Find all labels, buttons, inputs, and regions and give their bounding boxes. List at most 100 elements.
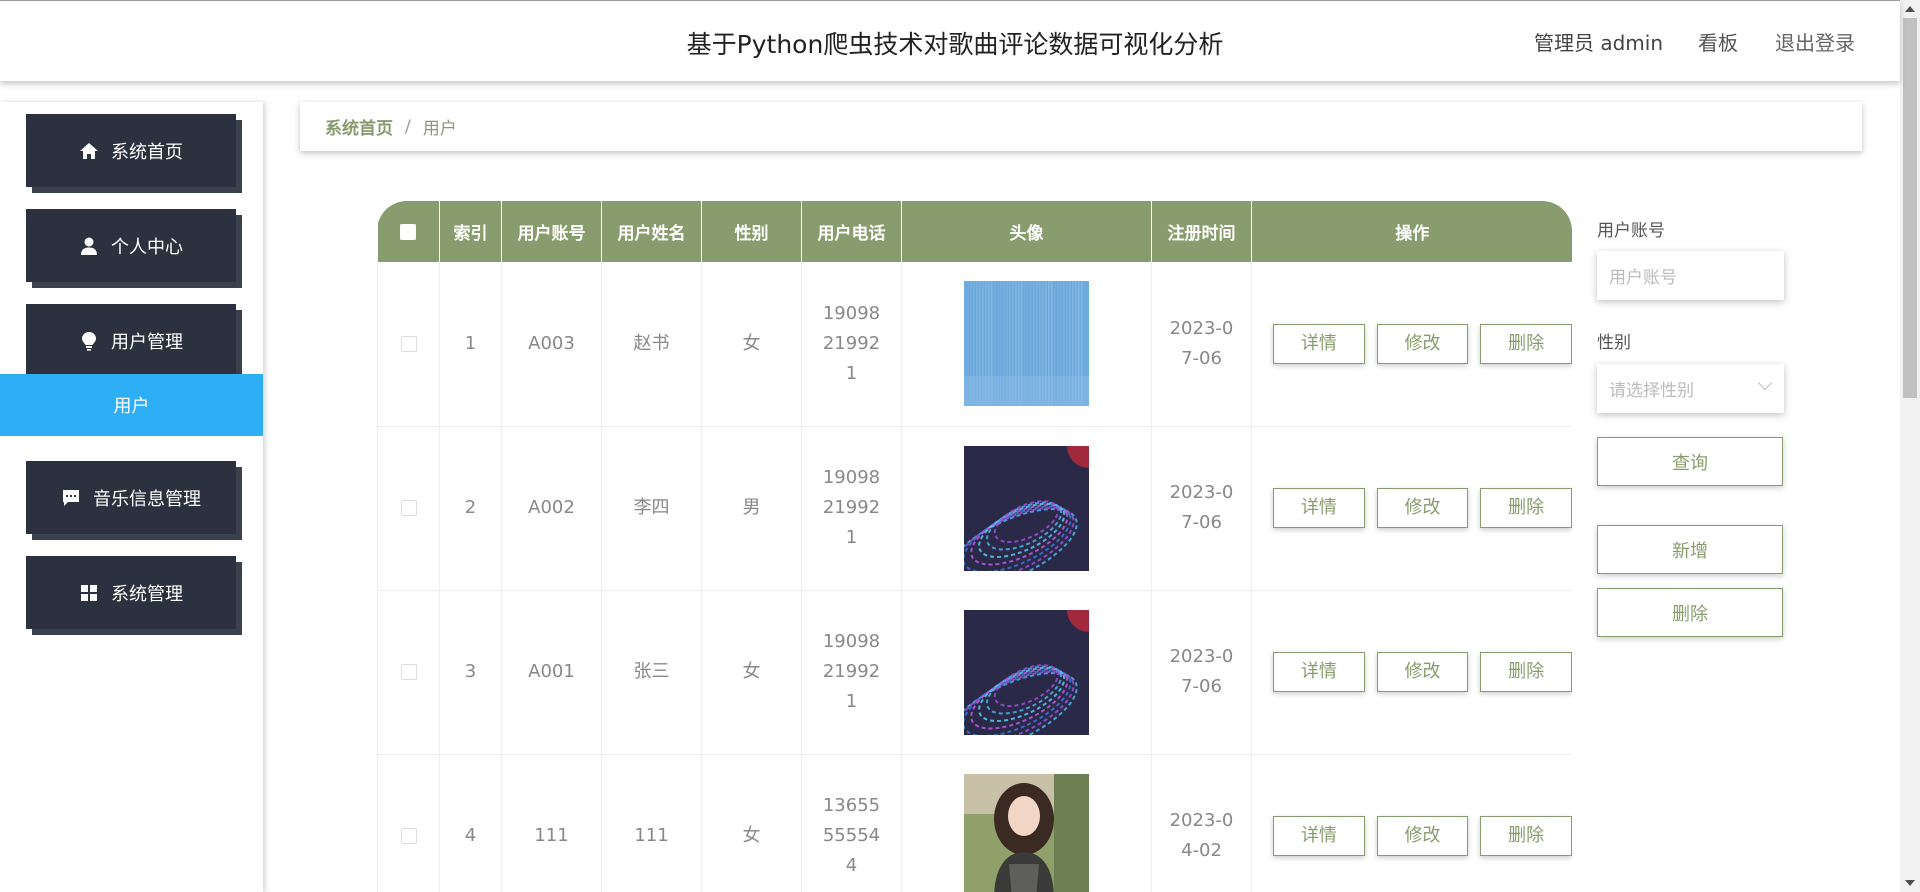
row-select-cell[interactable]	[377, 590, 440, 755]
account-search-input[interactable]: 用户账号	[1597, 251, 1784, 300]
delete-button[interactable]: 删除	[1480, 652, 1572, 692]
avatar-image	[964, 281, 1089, 407]
edit-button[interactable]: 修改	[1376, 323, 1469, 364]
row-select-cell[interactable]	[377, 754, 440, 892]
column-header: 性别	[701, 201, 802, 262]
bulb-icon	[82, 331, 96, 351]
account-cell: 111	[501, 754, 602, 892]
home-icon	[80, 142, 98, 159]
avatar-image	[964, 445, 1089, 571]
row-checkbox[interactable]	[400, 335, 417, 352]
edit-button[interactable]: 修改	[1376, 816, 1469, 856]
gender-cell: 男	[701, 426, 802, 591]
sidebar-item-user-management[interactable]: 用户管理	[26, 304, 236, 377]
sidebar-subitem-users[interactable]: 用户	[0, 374, 263, 436]
actions-cell: 详情 修改 删除	[1251, 426, 1572, 591]
breadcrumb: 系统首页 / 用户	[300, 102, 1862, 151]
detail-button[interactable]: 详情	[1273, 652, 1365, 692]
phone-cell: 19098219921	[801, 262, 902, 427]
gender-select-placeholder: 请选择性别	[1609, 381, 1694, 401]
sidebar-item-label: 系统首页	[111, 141, 183, 163]
phone-text: 19098219921	[822, 302, 881, 384]
gender-cell: 女	[701, 262, 802, 427]
row-checkbox[interactable]	[400, 828, 417, 844]
sidebar: 系统首页 个人中心 用户管理 用户 音乐信息管理 系统管理	[0, 102, 263, 892]
avatar-cell	[901, 754, 1152, 892]
name-cell: 李四	[601, 426, 702, 591]
phone-cell: 19098219921	[801, 590, 902, 755]
date-text: 2023-04-02	[1169, 810, 1234, 861]
page-scrollbar[interactable]	[1900, 0, 1920, 892]
select-all-checkbox[interactable]	[400, 223, 417, 240]
index-cell: 3	[439, 590, 502, 755]
detail-button[interactable]: 详情	[1273, 488, 1365, 528]
sidebar-item-label: 个人中心	[111, 236, 183, 258]
date-cell: 2023-07-06	[1151, 426, 1252, 591]
index-cell: 4	[439, 754, 502, 892]
breadcrumb-separator: /	[405, 116, 411, 137]
actions-cell: 详情 修改 删除	[1251, 262, 1572, 427]
avatar-image	[964, 773, 1089, 892]
column-header: 用户姓名	[601, 201, 702, 262]
avatar-image	[964, 609, 1089, 735]
user-table: 索引 用户账号 用户姓名 性别 用户电话 头像 注册时间 操作 1 A003 赵书女…	[377, 201, 1572, 892]
index-cell: 2	[439, 426, 502, 591]
delete-button[interactable]: 删除	[1480, 488, 1572, 528]
date-cell: 2023-04-02	[1151, 754, 1252, 892]
batch-delete-button[interactable]: 删除	[1597, 588, 1783, 637]
row-checkbox[interactable]	[400, 500, 417, 516]
actions-cell: 详情 修改 删除	[1251, 590, 1572, 755]
name-cell: 赵书	[601, 262, 702, 427]
date-cell: 2023-07-06	[1151, 590, 1252, 755]
row-select-cell[interactable]	[377, 426, 440, 591]
sidebar-item-music-info[interactable]: 音乐信息管理	[26, 461, 236, 534]
delete-button[interactable]: 删除	[1480, 816, 1572, 856]
breadcrumb-home[interactable]: 系统首页	[325, 114, 393, 139]
column-header: 头像	[901, 201, 1152, 262]
gender-select[interactable]: 请选择性别	[1597, 364, 1784, 413]
admin-label[interactable]: 管理员 admin	[1534, 27, 1663, 56]
logout-link[interactable]: 退出登录	[1775, 27, 1855, 56]
table-row: 3 A001 张三女 19098219921 2023-07-06 详情 修改 删除	[377, 590, 1572, 755]
grid-icon	[81, 584, 97, 601]
avatar-cell	[901, 262, 1152, 427]
column-header: 注册时间	[1151, 201, 1252, 262]
phone-cell: 19098219921	[801, 426, 902, 591]
query-button[interactable]: 查询	[1597, 437, 1783, 486]
table-row: 1 A003 赵书女 19098219921 2023-07-06 详情 修改 删除	[377, 262, 1572, 427]
chevron-down-icon	[1757, 375, 1773, 391]
account-label: 用户账号	[1597, 221, 1665, 241]
edit-button[interactable]: 修改	[1376, 652, 1469, 692]
phone-text: 19098219921	[822, 631, 881, 712]
edit-button[interactable]: 修改	[1376, 488, 1469, 528]
sidebar-item-label: 系统管理	[111, 583, 183, 605]
account-cell: A003	[501, 262, 602, 427]
avatar-cell	[901, 590, 1152, 755]
detail-button[interactable]: 详情	[1273, 323, 1365, 364]
detail-button[interactable]: 详情	[1273, 816, 1365, 856]
sidebar-item-profile[interactable]: 个人中心	[26, 209, 236, 282]
date-text: 2023-07-06	[1169, 317, 1234, 369]
scroll-up-arrow-icon[interactable]	[1905, 6, 1915, 12]
select-all-header[interactable]	[377, 201, 440, 262]
phone-text: 13655555544	[822, 795, 881, 876]
row-checkbox[interactable]	[400, 664, 417, 680]
add-button[interactable]: 新增	[1597, 525, 1783, 574]
table-header-row: 索引 用户账号 用户姓名 性别 用户电话 头像 注册时间 操作	[377, 201, 1572, 262]
sidebar-item-system[interactable]: 系统管理	[26, 556, 236, 629]
actions-cell: 详情 修改 删除	[1251, 754, 1572, 892]
board-link[interactable]: 看板	[1698, 27, 1738, 56]
account-cell: A001	[501, 590, 602, 755]
name-cell: 张三	[601, 590, 702, 755]
date-cell: 2023-07-06	[1151, 262, 1252, 427]
scroll-thumb[interactable]	[1903, 18, 1917, 398]
sidebar-item-home[interactable]: 系统首页	[26, 114, 236, 187]
gender-label: 性别	[1597, 333, 1631, 353]
row-select-cell[interactable]	[377, 262, 440, 427]
index-cell: 1	[439, 262, 502, 427]
message-icon	[63, 489, 79, 506]
scroll-down-arrow-icon[interactable]	[1905, 880, 1915, 886]
delete-button[interactable]: 删除	[1480, 323, 1572, 364]
gender-cell: 女	[701, 754, 802, 892]
column-header: 操作	[1251, 201, 1572, 262]
